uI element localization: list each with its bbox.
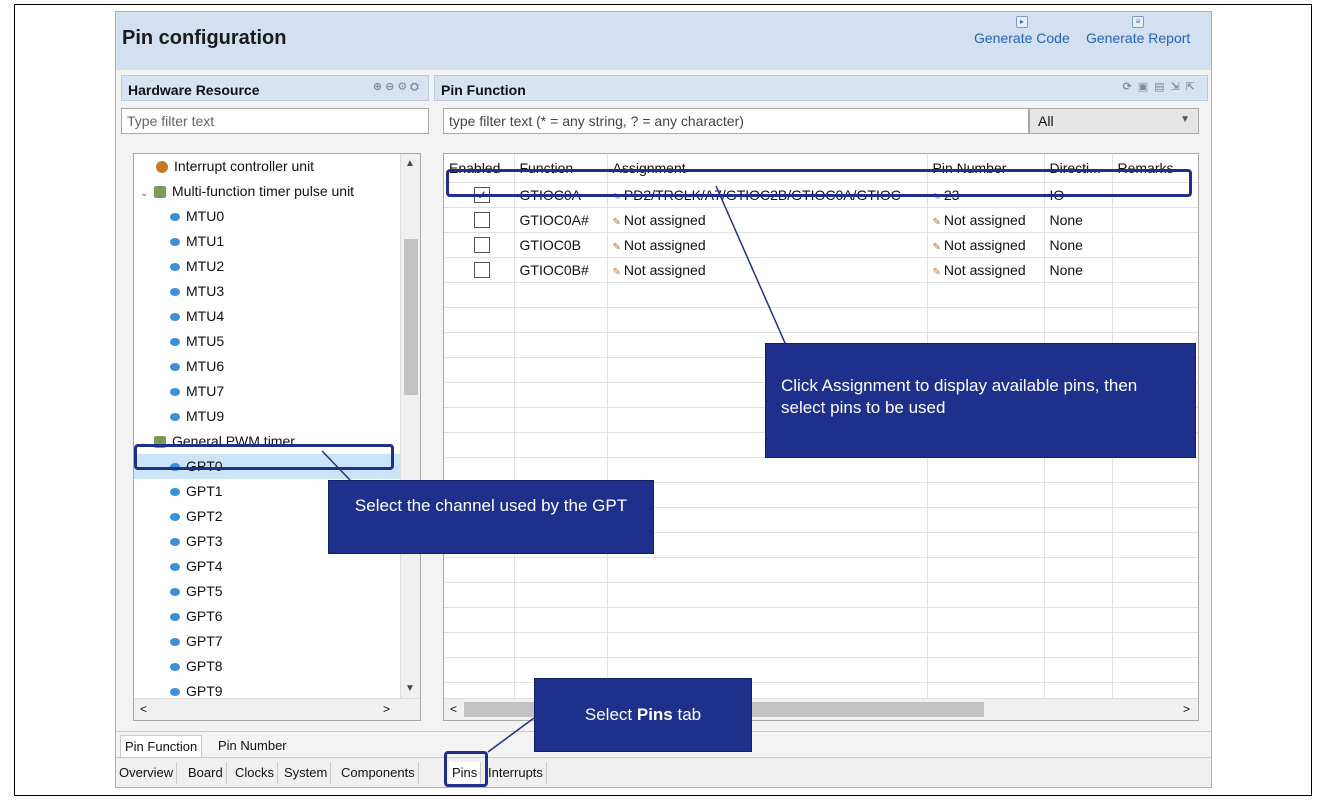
pins-callout-bold: Pins (636, 705, 673, 724)
pins-callout-prefix: Select (584, 705, 637, 724)
assignment-callout: Click Assignment to display available pi… (765, 343, 1196, 458)
pins-tab-callout: Select Pins tab (534, 678, 752, 752)
channel-callout: Select the channel used by the GPT (328, 480, 654, 554)
pins-callout-suffix: tab (672, 705, 702, 724)
channel-callout-text: Select the channel used by the GPT (354, 496, 628, 515)
assignment-callout-text: Click Assignment to display available pi… (781, 376, 1138, 417)
